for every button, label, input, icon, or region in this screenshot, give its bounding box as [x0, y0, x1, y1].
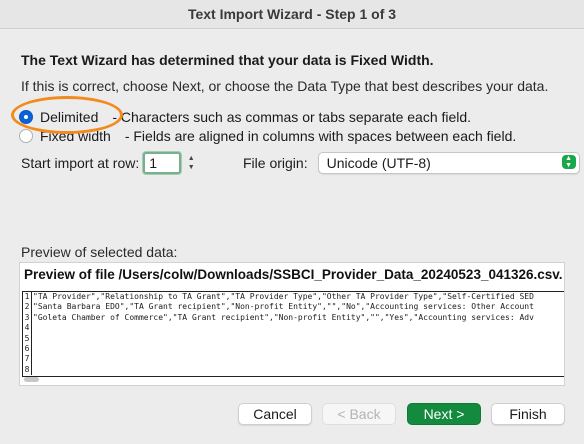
start-row-stepper[interactable]: ▲ ▼ — [185, 152, 197, 174]
radio-label-fixed-width[interactable]: Fixed width — [40, 128, 111, 144]
row-text — [32, 365, 33, 375]
preview-row: 4 — [23, 323, 564, 334]
file-origin-value: Unicode (UTF-8) — [326, 155, 431, 171]
row-number: 5 — [23, 333, 32, 344]
row-text — [32, 344, 33, 354]
preview-row: 8 — [23, 364, 564, 376]
row-text: "TA Provider","Relationship to TA Grant"… — [33, 292, 534, 301]
radio-label-delimited[interactable]: Delimited — [40, 109, 98, 125]
start-row-input[interactable]: 1 — [143, 152, 182, 174]
start-import-label: Start import at row: — [21, 155, 140, 171]
next-button[interactable]: Next > — [407, 403, 481, 425]
chevron-updown-icon[interactable]: ▲ ▼ — [561, 155, 576, 169]
wizard-heading: The Text Wizard has determined that your… — [21, 52, 434, 68]
radio-selected-icon[interactable] — [19, 110, 33, 124]
file-origin-label: File origin: — [243, 155, 308, 171]
row-number: 1 — [23, 292, 32, 303]
stepper-down-icon[interactable]: ▼ — [188, 163, 195, 172]
file-origin-row: File origin: Unicode (UTF-8) ▲ ▼ — [243, 152, 580, 174]
row-text — [32, 334, 33, 344]
row-number: 7 — [23, 354, 32, 365]
row-text — [32, 323, 33, 333]
row-number: 2 — [23, 302, 32, 313]
radio-unselected-icon[interactable] — [19, 129, 33, 143]
preview-data-grid[interactable]: 1 "TA Provider","Relationship to TA Gran… — [22, 291, 564, 377]
cancel-button[interactable]: Cancel — [238, 403, 312, 425]
preview-file-title: Preview of file /Users/colw/Downloads/SS… — [24, 267, 563, 282]
row-number: 4 — [23, 323, 32, 334]
horizontal-scrollbar[interactable] — [24, 377, 39, 382]
preview-row: 3 "Goleta Chamber of Commerce","TA Grant… — [23, 312, 564, 324]
preview-row: 5 — [23, 333, 564, 344]
row-number: 6 — [23, 343, 32, 355]
window-title: Text Import Wizard - Step 1 of 3 — [187, 6, 397, 22]
radio-option-fixed-width[interactable]: Fixed width - Fields are aligned in colu… — [19, 128, 516, 144]
file-origin-select[interactable]: Unicode (UTF-8) ▲ ▼ — [317, 152, 580, 174]
preview-row: 7 — [23, 354, 564, 365]
start-import-row: Start import at row: 1 ▲ ▼ — [21, 152, 197, 174]
row-text: "Goleta Chamber of Commerce","TA Grant r… — [33, 312, 534, 322]
finish-button[interactable]: Finish — [491, 403, 565, 425]
preview-row: 1 "TA Provider","Relationship to TA Gran… — [23, 292, 564, 303]
wizard-instructions: If this is correct, choose Next, or choo… — [21, 78, 549, 94]
radio-description-fixed-width: - Fields are aligned in columns with spa… — [124, 128, 517, 144]
radio-description-delimited: - Characters such as commas or tabs sepa… — [112, 109, 472, 125]
preview-row: 2 "Santa Barbara EDO","TA Grant recipien… — [23, 302, 564, 313]
row-number: 8 — [23, 364, 32, 376]
back-button[interactable]: < Back — [322, 403, 396, 425]
stepper-up-icon[interactable]: ▲ — [188, 154, 195, 163]
preview-label: Preview of selected data: — [21, 244, 178, 260]
row-text — [32, 354, 33, 364]
preview-row: 6 — [23, 343, 564, 355]
text-import-wizard-window: Text Import Wizard - Step 1 of 3 The Tex… — [0, 0, 584, 444]
title-bar[interactable]: Text Import Wizard - Step 1 of 3 — [0, 0, 584, 29]
preview-panel: Preview of file /Users/colw/Downloads/SS… — [19, 262, 565, 386]
radio-option-delimited[interactable]: Delimited - Characters such as commas or… — [19, 109, 471, 125]
row-number: 3 — [23, 312, 32, 324]
row-text: "Santa Barbara EDO","TA Grant recipient"… — [33, 302, 534, 312]
